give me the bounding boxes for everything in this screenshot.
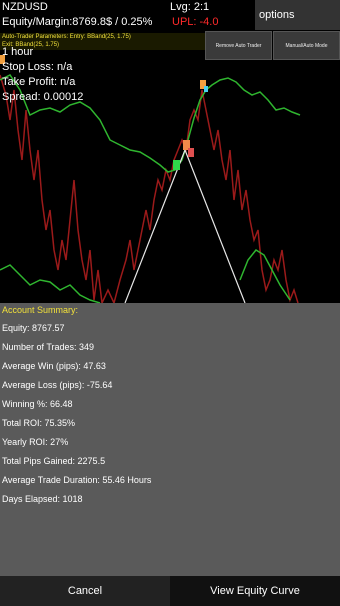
timeframe-label[interactable]: 1 hour — [2, 46, 33, 58]
trade-marker-red — [188, 148, 194, 157]
view-equity-curve-button[interactable]: View Equity Curve — [170, 576, 340, 606]
bottom-button-bar: Cancel View Equity Curve — [0, 576, 340, 606]
summary-title: Account Summary: — [2, 305, 79, 315]
equity-margin-label: Equity/Margin:8769.8$ / 0.25% — [2, 16, 153, 28]
summary-days-elapsed: Days Elapsed: 1018 — [2, 494, 83, 504]
spread-label: Spread: 0.00012 — [2, 91, 84, 103]
summary-total-pips: Total Pips Gained: 2275.5 — [2, 456, 106, 466]
upl-label: UPL: -4.0 — [172, 16, 219, 28]
leverage-label: Lvg: 2:1 — [170, 1, 210, 13]
summary-avg-loss: Average Loss (pips): -75.64 — [2, 380, 113, 390]
take-profit-label: Take Profit: n/a — [2, 76, 76, 88]
autotrader-params: Auto-Trader Parameters: Entry: BBand(25,… — [2, 34, 131, 40]
cancel-button[interactable]: Cancel — [0, 576, 170, 606]
summary-avg-win: Average Win (pips): 47.63 — [2, 361, 106, 371]
summary-winning: Winning %: 66.48 — [2, 399, 73, 409]
trade-line-down — [184, 149, 246, 303]
trade-line-up — [124, 149, 186, 303]
account-summary-panel: Account Summary: Equity: 8767.57 Number … — [0, 303, 340, 576]
trade-marker-green — [173, 160, 180, 170]
remove-auto-trader-button[interactable]: Remove Auto Trader — [205, 31, 272, 60]
options-button[interactable]: options — [255, 0, 340, 30]
summary-total-roi: Total ROI: 75.35% — [2, 418, 76, 428]
band-series-line — [0, 74, 301, 173]
symbol-label: NZDUSD — [2, 1, 48, 13]
summary-equity: Equity: 8767.57 — [2, 323, 65, 333]
summary-trades: Number of Trades: 349 — [2, 342, 95, 352]
summary-yearly-roi: Yearly ROI: 27% — [2, 437, 69, 447]
trade-marker-cyan — [204, 86, 208, 92]
stop-loss-label: Stop Loss: n/a — [2, 61, 73, 73]
band-lower-line — [0, 264, 101, 303]
manual-auto-mode-button[interactable]: Manual/Auto Mode — [273, 31, 340, 60]
price-chart[interactable]: NZDUSD Lvg: 2:1 Equity/Margin:8769.8$ / … — [0, 0, 340, 303]
summary-avg-duration: Average Trade Duration: 55.46 Hours — [2, 475, 152, 485]
